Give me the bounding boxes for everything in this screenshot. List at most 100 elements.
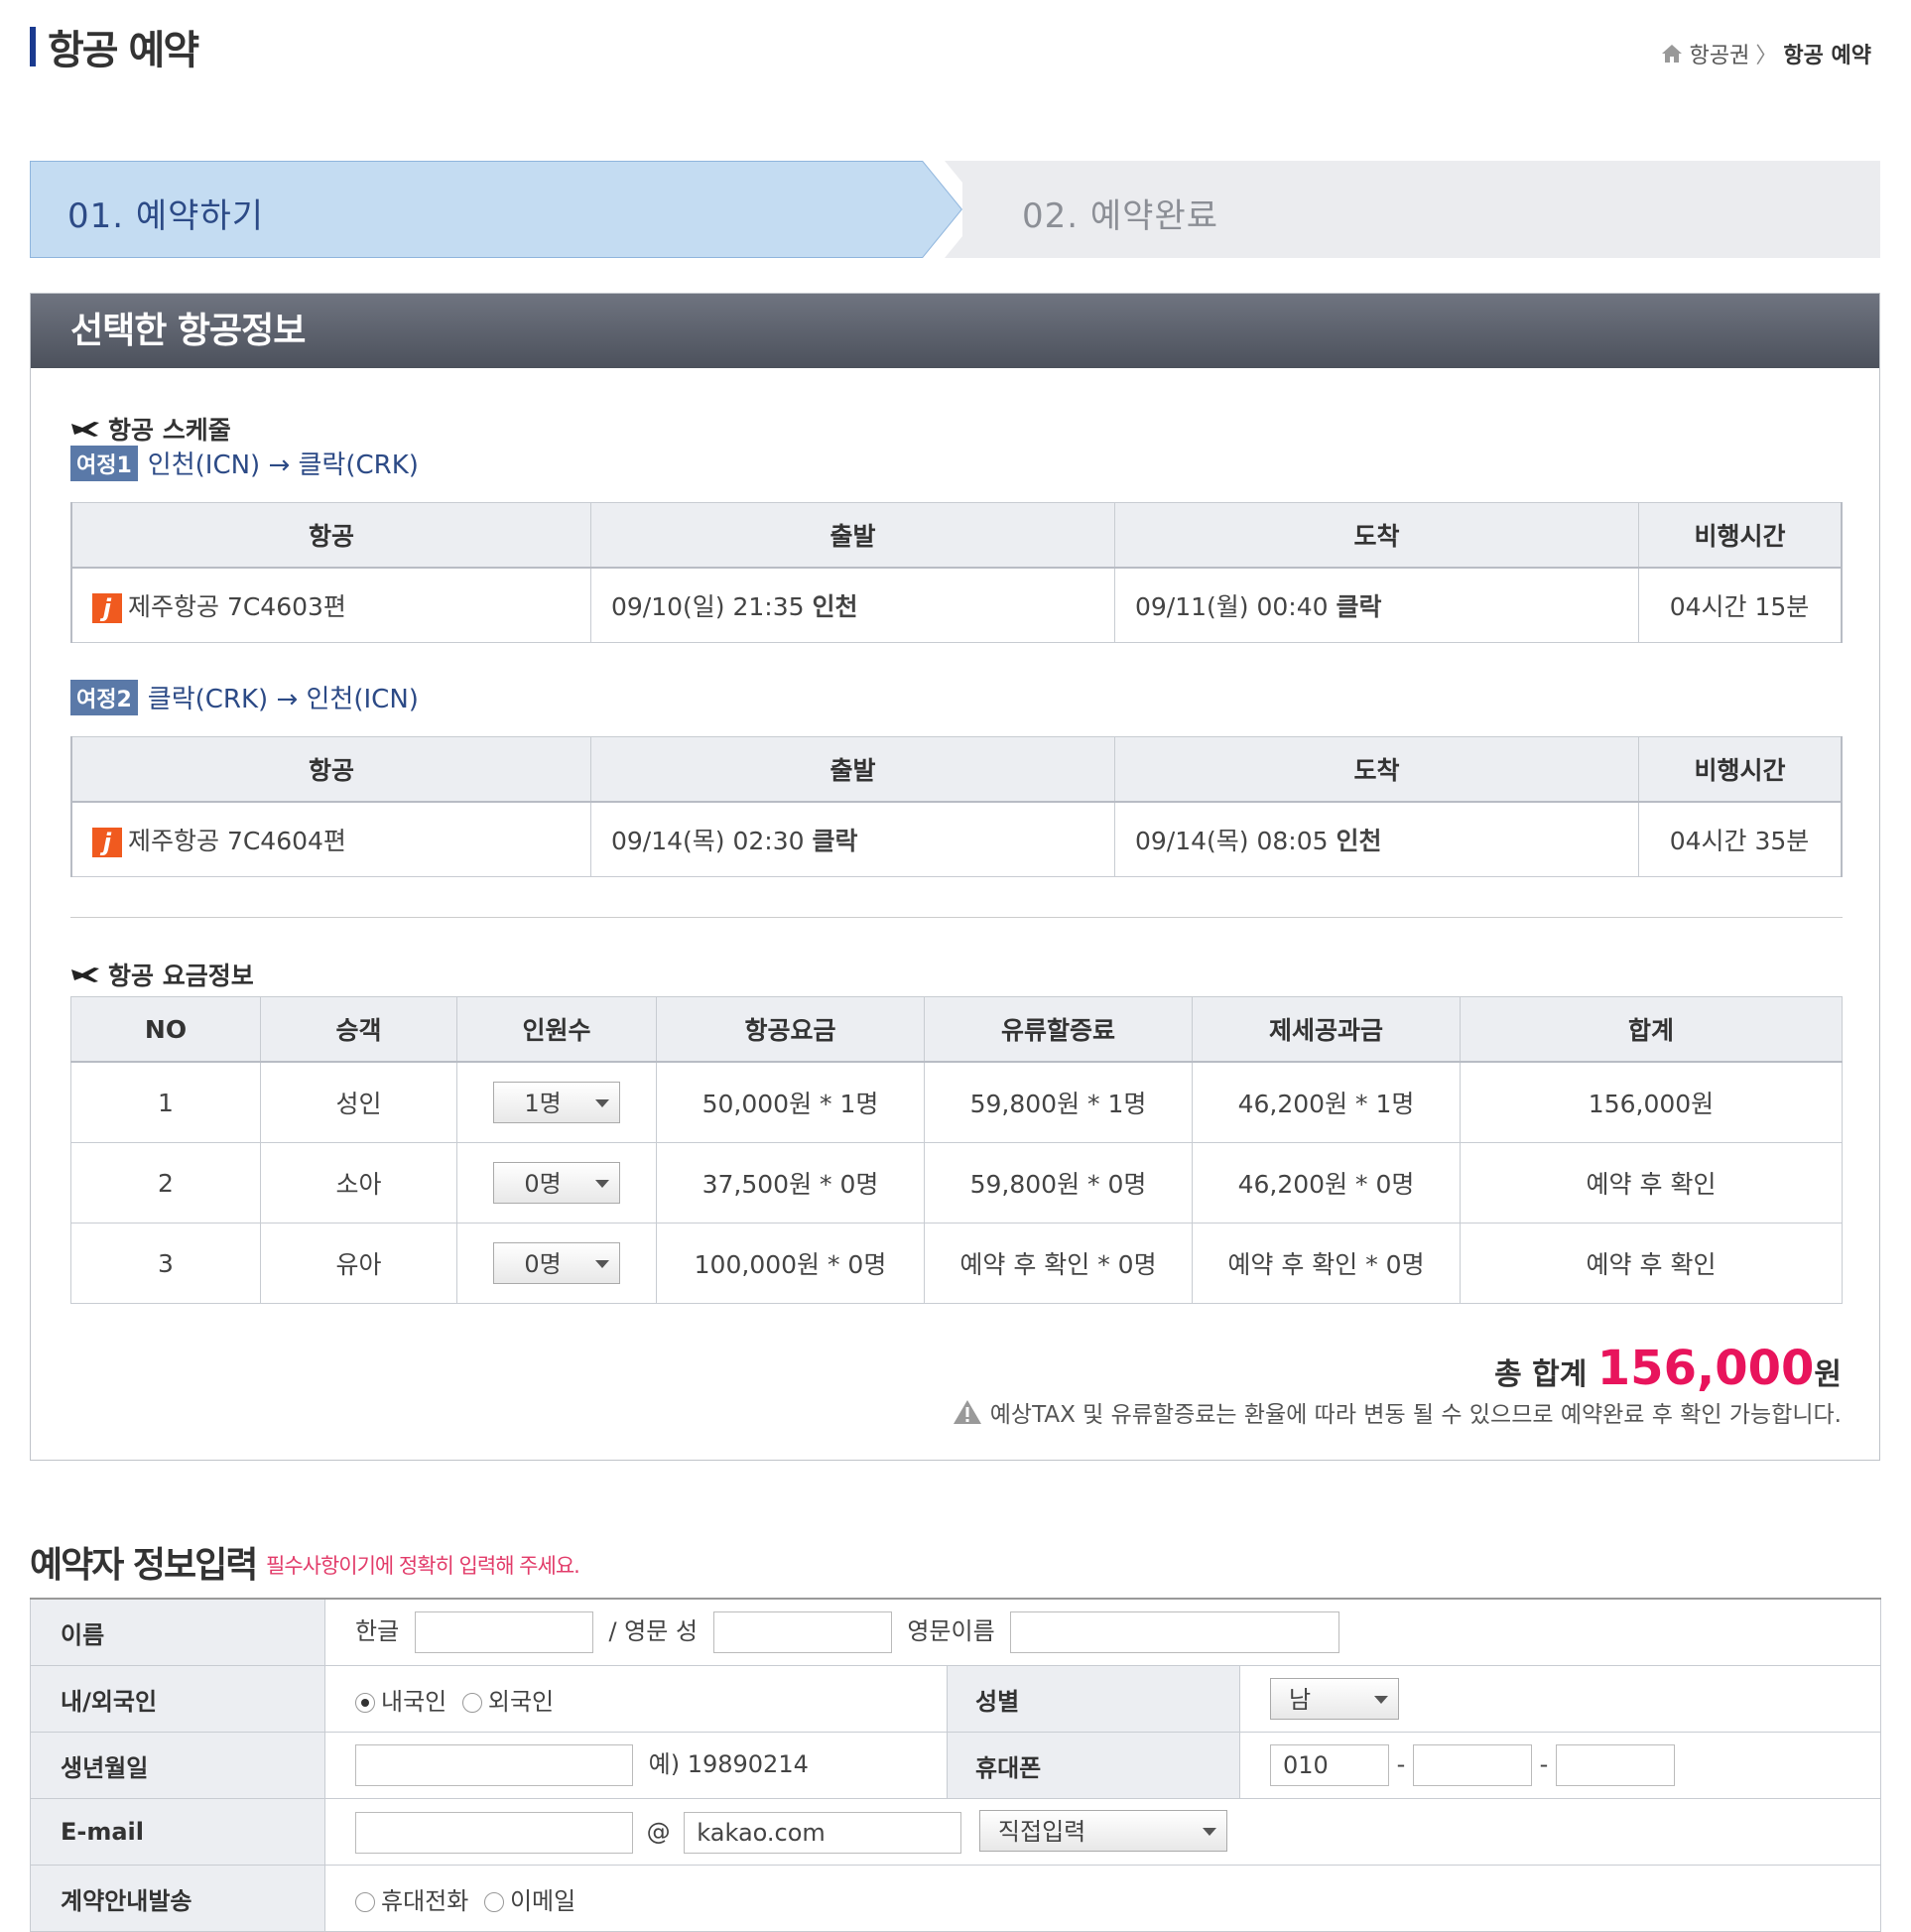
korean-name-input[interactable] [414, 1611, 593, 1653]
fare-section-title: 항공 요금정보 [70, 957, 254, 992]
sum-amount: 156,000원 [1460, 1061, 1843, 1143]
booker-section-subtitle: 필수사항이기에 정확히 입력해 주세요. [266, 1554, 580, 1578]
fare-count-cell: 1명 [456, 1061, 657, 1143]
leg-1-route: 여정1 인천(ICN) → 클락(CRK) [70, 445, 419, 481]
booker-form: 이름 한글 / 영문 성 영문이름 내/외국인 내국인 외국인 성별 남 생년월… [30, 1598, 1881, 1932]
birth-label: 생년월일 [30, 1732, 325, 1799]
fare-no: 2 [70, 1142, 261, 1224]
phone-prefix-input[interactable]: 010 [1270, 1744, 1389, 1786]
breadcrumb-parent[interactable]: 항공권 [1690, 38, 1750, 69]
total-summary: 총 합계 156,000원 [1494, 1341, 1842, 1396]
fare-type: 소아 [260, 1142, 457, 1224]
child-count-select[interactable]: 0명 [493, 1162, 620, 1204]
col-departure: 출발 [590, 502, 1115, 569]
birth-phone-row: 생년월일 예) 19890214 휴대폰 010 - - [30, 1732, 1881, 1799]
warning-icon [953, 1400, 981, 1424]
email-domain-input[interactable]: kakao.com [684, 1812, 962, 1854]
arrival-city: 클락 [1336, 592, 1382, 621]
phone-last-input[interactable] [1555, 1744, 1675, 1786]
airline-cell: j 제주항공 7C4603편 [70, 567, 591, 643]
fare-count-cell: 0명 [456, 1223, 657, 1304]
email-at-symbol: @ [646, 1818, 671, 1846]
birth-input[interactable] [355, 1744, 633, 1786]
total-amount: 156,000 [1596, 1341, 1815, 1396]
departure-city: 클락 [812, 827, 858, 855]
notify-phone-label[interactable]: 휴대전화 [381, 1887, 468, 1915]
foreign-radio[interactable] [461, 1692, 482, 1713]
chevron-down-icon [595, 1099, 609, 1107]
phone-middle-input[interactable] [1412, 1744, 1532, 1786]
nationality-label: 내/외국인 [30, 1665, 325, 1733]
gender-field: 남 [1239, 1665, 1881, 1733]
table-row: j 제주항공 7C4603편 09/10(일) 21:35 인천 09/11(월)… [70, 567, 1843, 643]
fare-header-row: NO 승객 인원수 항공요금 유류할증료 제세공과금 합계 [70, 996, 1843, 1063]
infant-count-select[interactable]: 0명 [493, 1242, 620, 1284]
departure-cell: 09/10(일) 21:35 인천 [590, 567, 1115, 643]
fuel-amount: 59,800원 * 1명 [924, 1061, 1193, 1143]
name-row: 이름 한글 / 영문 성 영문이름 [30, 1598, 1881, 1666]
eng-first-name-label: 영문이름 [907, 1617, 995, 1645]
tax-notice: 예상TAX 및 유류할증료는 환율에 따라 변동 될 수 있으므로 예약완료 후… [953, 1395, 1842, 1429]
birth-hint: 예) 19890214 [648, 1750, 809, 1778]
email-fields: @ kakao.com 직접입력 [324, 1798, 1881, 1866]
leg-1-route-text: 인천(ICN) → 클락(CRK) [147, 451, 419, 480]
email-domain-select[interactable]: 직접입력 [978, 1810, 1227, 1852]
domestic-label[interactable]: 내국인 [381, 1688, 446, 1716]
flight-info-heading: 선택한 항공정보 [31, 294, 1879, 368]
arrival-time: 09/11(월) 00:40 [1135, 592, 1329, 621]
sum-amount: 예약 후 확인 [1460, 1223, 1843, 1304]
jeju-air-logo-icon: j [92, 828, 122, 857]
select-value: 남 [1289, 1686, 1312, 1714]
arrival-time: 09/14(목) 08:05 [1135, 827, 1329, 855]
page-title: 항공 예약 [30, 18, 199, 75]
airplane-icon [71, 967, 99, 982]
col-tax: 제세공과금 [1192, 996, 1461, 1063]
fare-amount: 50,000원 * 1명 [656, 1061, 925, 1143]
col-duration: 비행시간 [1638, 736, 1843, 803]
select-value: 0명 [524, 1170, 562, 1198]
step-2-label: 02. 예약완료 [1022, 196, 1218, 236]
fare-table: NO 승객 인원수 항공요금 유류할증료 제세공과금 합계 1 성인 1명 50… [70, 996, 1843, 1304]
col-departure: 출발 [590, 736, 1115, 803]
airline-cell: j 제주항공 7C4604편 [70, 801, 591, 877]
chevron-down-icon [1202, 1828, 1216, 1836]
nationality-row: 내/외국인 내국인 외국인 성별 남 [30, 1665, 1881, 1733]
table-row: 1 성인 1명 50,000원 * 1명 59,800원 * 1명 46,200… [70, 1061, 1843, 1143]
notify-email-radio[interactable] [483, 1891, 504, 1912]
leg-2-badge: 여정2 [70, 679, 138, 715]
col-arrival: 도착 [1114, 736, 1639, 803]
chevron-down-icon [1374, 1696, 1388, 1704]
departure-time: 09/10(일) 21:35 [611, 592, 805, 621]
step-1-label: 01. 예약하기 [67, 196, 264, 236]
col-duration: 비행시간 [1638, 502, 1843, 569]
airline-name: 제주항공 7C4604편 [128, 827, 346, 855]
email-id-input[interactable] [355, 1812, 633, 1854]
name-label: 이름 [30, 1598, 325, 1666]
leg-2-route: 여정2 클락(CRK) → 인천(ICN) [70, 679, 419, 715]
eng-first-name-input[interactable] [1010, 1611, 1340, 1653]
eng-last-name-input[interactable] [712, 1611, 892, 1653]
schedule-title-text: 항공 스케줄 [108, 416, 231, 445]
col-sum: 합계 [1460, 996, 1843, 1063]
fare-amount: 100,000원 * 0명 [656, 1223, 925, 1304]
korean-name-label: 한글 [355, 1617, 400, 1645]
adult-count-select[interactable]: 1명 [493, 1082, 620, 1123]
gender-select[interactable]: 남 [1270, 1678, 1399, 1720]
birth-field: 예) 19890214 [324, 1732, 948, 1799]
domestic-radio[interactable] [355, 1692, 375, 1713]
home-icon[interactable] [1660, 43, 1684, 64]
gender-label: 성별 [947, 1665, 1240, 1733]
notify-row: 계약안내발송 휴대전화 이메일 [30, 1865, 1881, 1932]
col-arrival: 도착 [1114, 502, 1639, 569]
section-divider [70, 917, 1843, 918]
dash-separator: - [1396, 1750, 1406, 1778]
col-fare: 항공요금 [656, 996, 925, 1063]
fare-count-cell: 0명 [456, 1142, 657, 1224]
leg-1-table: 항공 출발 도착 비행시간 j 제주항공 7C4603편 09/10(일) 21:… [70, 502, 1843, 643]
foreign-label[interactable]: 외국인 [488, 1688, 554, 1716]
notify-label: 계약안내발송 [30, 1865, 325, 1932]
notify-email-label[interactable]: 이메일 [510, 1887, 575, 1915]
fare-no: 1 [70, 1061, 261, 1143]
fare-amount: 37,500원 * 0명 [656, 1142, 925, 1224]
notify-phone-radio[interactable] [355, 1891, 375, 1912]
